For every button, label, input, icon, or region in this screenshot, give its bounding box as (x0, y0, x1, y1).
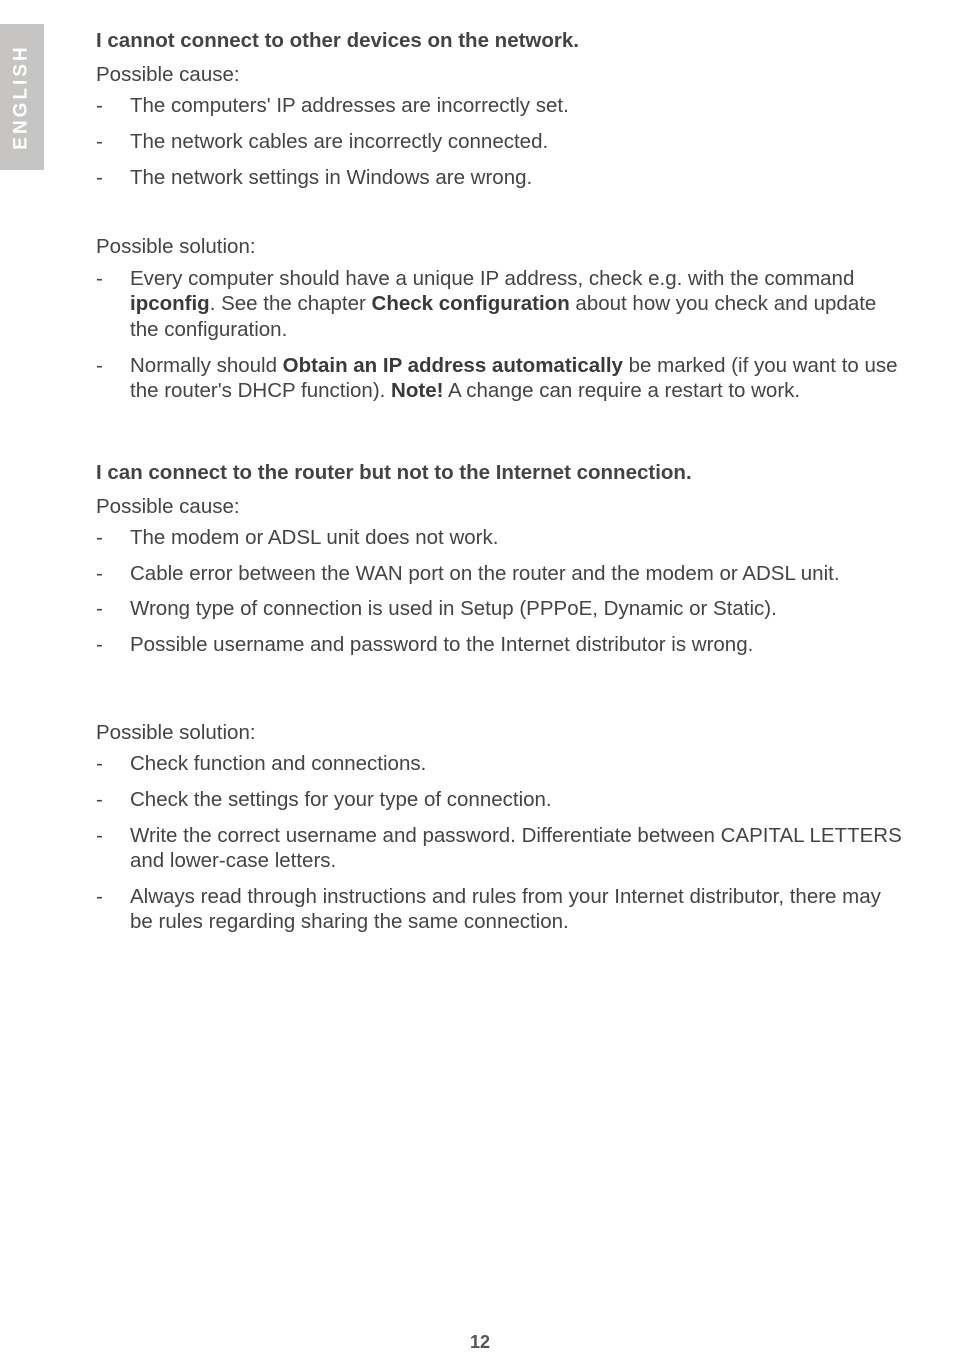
section2-heading: I can connect to the router but not to t… (96, 460, 906, 486)
page-number: 12 (0, 1332, 960, 1353)
bullet-dash: - (96, 561, 130, 587)
bullet-dash: - (96, 93, 130, 119)
cause-text: The network cables are incorrectly conne… (130, 129, 906, 155)
solution-text: Every computer should have a unique IP a… (130, 266, 906, 343)
list-item: - Possible username and password to the … (96, 632, 906, 658)
cause-text: Cable error between the WAN port on the … (130, 561, 906, 587)
bullet-dash: - (96, 751, 130, 777)
bullet-dash: - (96, 884, 130, 935)
list-item: - Write the correct username and passwor… (96, 823, 906, 874)
section2-cause-label: Possible cause: (96, 494, 906, 520)
cause-text: The network settings in Windows are wron… (130, 165, 906, 191)
section2-solution-label: Possible solution: (96, 720, 906, 746)
language-tab-label: ENGLISH (11, 44, 33, 149)
solution-text: Check function and connections. (130, 751, 906, 777)
cause-text: The modem or ADSL unit does not work. (130, 525, 906, 551)
solution-text: Check the settings for your type of conn… (130, 787, 906, 813)
cause-text: The computers' IP addresses are incorrec… (130, 93, 906, 119)
list-item: - The modem or ADSL unit does not work. (96, 525, 906, 551)
language-tab: ENGLISH (0, 24, 44, 170)
bullet-dash: - (96, 787, 130, 813)
list-item: - Every computer should have a unique IP… (96, 266, 906, 343)
list-item: - The network cables are incorrectly con… (96, 129, 906, 155)
list-item: - Check function and connections. (96, 751, 906, 777)
bullet-dash: - (96, 129, 130, 155)
list-item: - Cable error between the WAN port on th… (96, 561, 906, 587)
bullet-dash: - (96, 353, 130, 404)
bullet-dash: - (96, 823, 130, 874)
bullet-dash: - (96, 165, 130, 191)
cause-text: Possible username and password to the In… (130, 632, 906, 658)
list-item: - The network settings in Windows are wr… (96, 165, 906, 191)
list-item: - The computers' IP addresses are incorr… (96, 93, 906, 119)
list-item: - Wrong type of connection is used in Se… (96, 596, 906, 622)
list-item: - Normally should Obtain an IP address a… (96, 353, 906, 404)
page-content: I cannot connect to other devices on the… (96, 28, 906, 945)
bullet-dash: - (96, 266, 130, 343)
cause-text: Wrong type of connection is used in Setu… (130, 596, 906, 622)
solution-text: Normally should Obtain an IP address aut… (130, 353, 906, 404)
section1-heading: I cannot connect to other devices on the… (96, 28, 906, 54)
bullet-dash: - (96, 632, 130, 658)
solution-text: Always read through instructions and rul… (130, 884, 906, 935)
list-item: - Always read through instructions and r… (96, 884, 906, 935)
solution-text: Write the correct username and password.… (130, 823, 906, 874)
bullet-dash: - (96, 596, 130, 622)
section1-solution-label: Possible solution: (96, 234, 906, 260)
list-item: - Check the settings for your type of co… (96, 787, 906, 813)
section1-cause-label: Possible cause: (96, 62, 906, 88)
bullet-dash: - (96, 525, 130, 551)
